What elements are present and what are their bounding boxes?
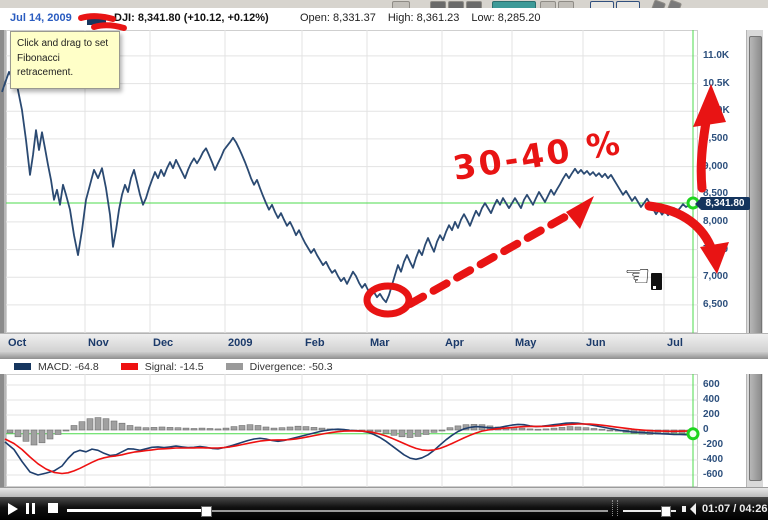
- quote-low: Low: 8,285.20: [471, 12, 541, 24]
- volume-thumb[interactable]: [661, 506, 671, 517]
- seek-bar-played: [67, 509, 205, 512]
- divergence-value-label: Divergence: -50.3: [249, 360, 333, 373]
- month-tick: Dec: [153, 337, 174, 349]
- speaker-icon[interactable]: [682, 503, 696, 515]
- quote-date: Jul 14, 2009: [10, 12, 72, 24]
- playback-time: 01:07 / 04:26: [702, 503, 768, 515]
- macd-legend: MACD: -64.8 Signal: -14.5 Divergence: -5…: [0, 359, 768, 374]
- month-tick: Feb: [305, 337, 325, 349]
- x-axis-strip: Oct Nov Dec 2009 Feb Mar Apr May Jun Jul: [0, 333, 768, 354]
- macd-value-label: MACD: -64.8: [38, 360, 99, 373]
- scrollbar-thumb[interactable]: [749, 36, 762, 481]
- fibonacci-tooltip-text: Click and drag to set Fibonacci retracem…: [17, 38, 109, 78]
- video-frame: Jul 14, 2009 DJI: 8,341.80 (+10.12, +0.1…: [0, 0, 768, 520]
- signal-swatch: [120, 363, 138, 370]
- last-price-tag: 8,341.80: [695, 197, 750, 210]
- seek-bar[interactable]: [67, 506, 608, 517]
- month-tick: Jun: [586, 337, 606, 349]
- macd-chart-plot[interactable]: [6, 374, 698, 487]
- month-tick: Oct: [8, 337, 27, 349]
- fibonacci-tooltip: Click and drag to set Fibonacci retracem…: [10, 31, 120, 89]
- stop-button[interactable]: [48, 503, 58, 513]
- seek-thumb[interactable]: [201, 506, 212, 517]
- vertical-scrollbar[interactable]: [746, 30, 763, 487]
- month-tick: Apr: [445, 337, 464, 349]
- axis-gutter: [698, 30, 746, 487]
- quote-header: Jul 14, 2009 DJI: 8,341.80 (+10.12, +0.1…: [0, 8, 768, 30]
- month-tick: Mar: [370, 337, 390, 349]
- player-separator: [612, 500, 618, 516]
- macd-swatch: [14, 363, 31, 370]
- dji-legend-swatch: [87, 17, 106, 25]
- signal-legend-item: Signal: -14.5: [120, 360, 204, 373]
- month-tick: Jul: [667, 337, 683, 349]
- month-tick: Nov: [88, 337, 109, 349]
- pointing-hand-dot: [653, 286, 656, 289]
- quote-high: High: 8,361.23: [387, 12, 460, 24]
- last-price-value: 8,341.80: [705, 198, 745, 209]
- dji-quote: DJI: 8,341.80 (+10.12, +0.12%): [114, 12, 269, 24]
- signal-value-label: Signal: -14.5: [144, 360, 204, 373]
- macd-legend-item: MACD: -64.8: [14, 361, 99, 373]
- volume-bar[interactable]: [623, 506, 676, 517]
- pause-button[interactable]: [26, 503, 36, 514]
- month-tick: 2009: [228, 337, 253, 349]
- divergence-swatch: [225, 363, 243, 370]
- divergence-legend-item: Divergence: -50.3: [225, 360, 333, 373]
- quote-open: Open: 8,331.37: [300, 12, 376, 24]
- pointing-hand-icon: ☜: [624, 259, 651, 294]
- month-tick: May: [515, 337, 537, 349]
- play-button[interactable]: [8, 503, 18, 515]
